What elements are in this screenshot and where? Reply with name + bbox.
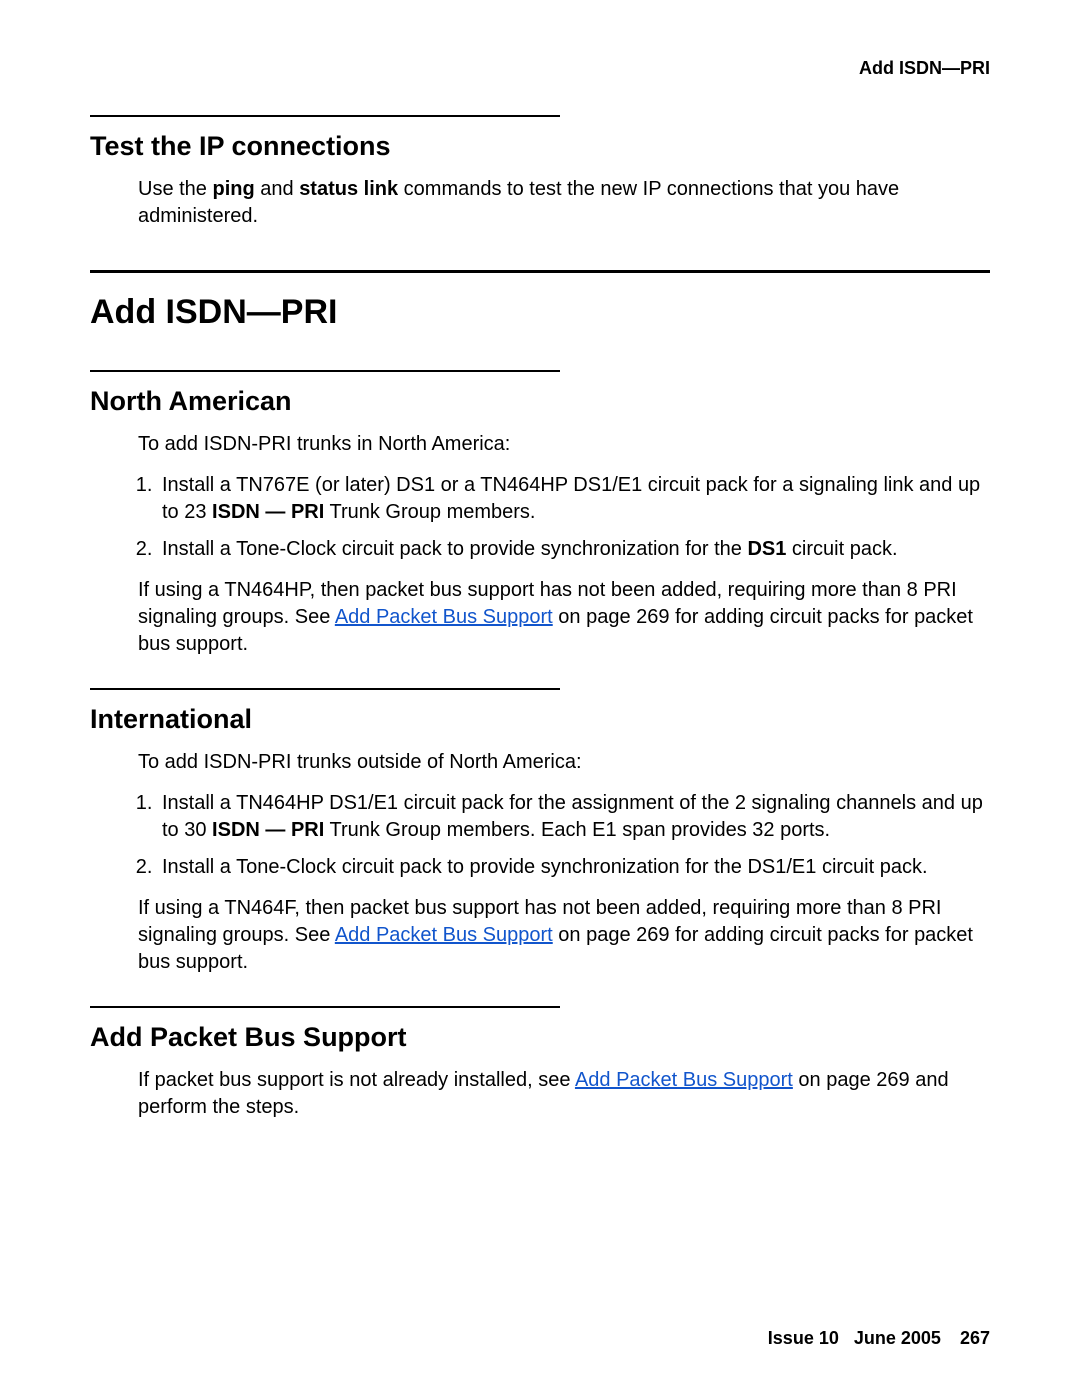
text: If packet bus support is not already ins…	[138, 1069, 575, 1091]
section-rule	[90, 688, 560, 690]
paragraph: To add ISDN-PRI trunks outside of North …	[138, 749, 990, 776]
list-item: Install a Tone-Clock circuit pack to pro…	[158, 854, 990, 881]
heading-international: International	[90, 704, 990, 735]
bold-text: ping	[212, 178, 254, 200]
paragraph: If packet bus support is not already ins…	[138, 1067, 990, 1121]
section-rule	[90, 1006, 560, 1008]
paragraph: To add ISDN-PRI trunks in North America:	[138, 431, 990, 458]
list-item: Install a TN464HP DS1/E1 circuit pack fo…	[158, 790, 990, 844]
footer-issue: Issue 10	[768, 1328, 839, 1348]
text: Trunk Group members. Each E1 span provid…	[324, 819, 830, 841]
paragraph: If using a TN464F, then packet bus suppo…	[138, 895, 990, 976]
text: circuit pack.	[786, 538, 897, 560]
footer-date: June 2005	[854, 1328, 941, 1348]
section-rule	[90, 115, 560, 117]
paragraph: Use the ping and status link commands to…	[138, 176, 990, 230]
bold-text: status link	[299, 178, 398, 200]
text: Install a Tone-Clock circuit pack to pro…	[162, 538, 747, 560]
heading-north-american: North American	[90, 386, 990, 417]
text: and	[255, 178, 299, 200]
text: Trunk Group members.	[324, 501, 535, 523]
link-add-packet-bus[interactable]: Add Packet Bus Support	[335, 606, 553, 628]
text: Use the	[138, 178, 212, 200]
footer-page-number: 267	[960, 1328, 990, 1348]
bold-text: ISDN — PRI	[212, 501, 324, 523]
paragraph: If using a TN464HP, then packet bus supp…	[138, 577, 990, 658]
link-add-packet-bus[interactable]: Add Packet Bus Support	[335, 924, 553, 946]
bold-text: DS1	[747, 538, 786, 560]
ordered-list: Install a TN464HP DS1/E1 circuit pack fo…	[90, 790, 990, 881]
running-header: Add ISDN—PRI	[90, 58, 990, 79]
page-footer: Issue 10 June 2005 267	[768, 1328, 990, 1349]
document-page: Add ISDN—PRI Test the IP connections Use…	[0, 0, 1080, 1397]
list-item: Install a TN767E (or later) DS1 or a TN4…	[158, 472, 990, 526]
heading-add-packet-bus: Add Packet Bus Support	[90, 1022, 990, 1053]
heading-test-ip: Test the IP connections	[90, 131, 990, 162]
link-add-packet-bus[interactable]: Add Packet Bus Support	[575, 1069, 793, 1091]
chapter-rule	[90, 270, 990, 273]
section-rule	[90, 370, 560, 372]
list-item: Install a Tone-Clock circuit pack to pro…	[158, 536, 990, 563]
ordered-list: Install a TN767E (or later) DS1 or a TN4…	[90, 472, 990, 563]
bold-text: ISDN — PRI	[212, 819, 324, 841]
heading-add-isdn-pri: Add ISDN—PRI	[90, 293, 990, 332]
